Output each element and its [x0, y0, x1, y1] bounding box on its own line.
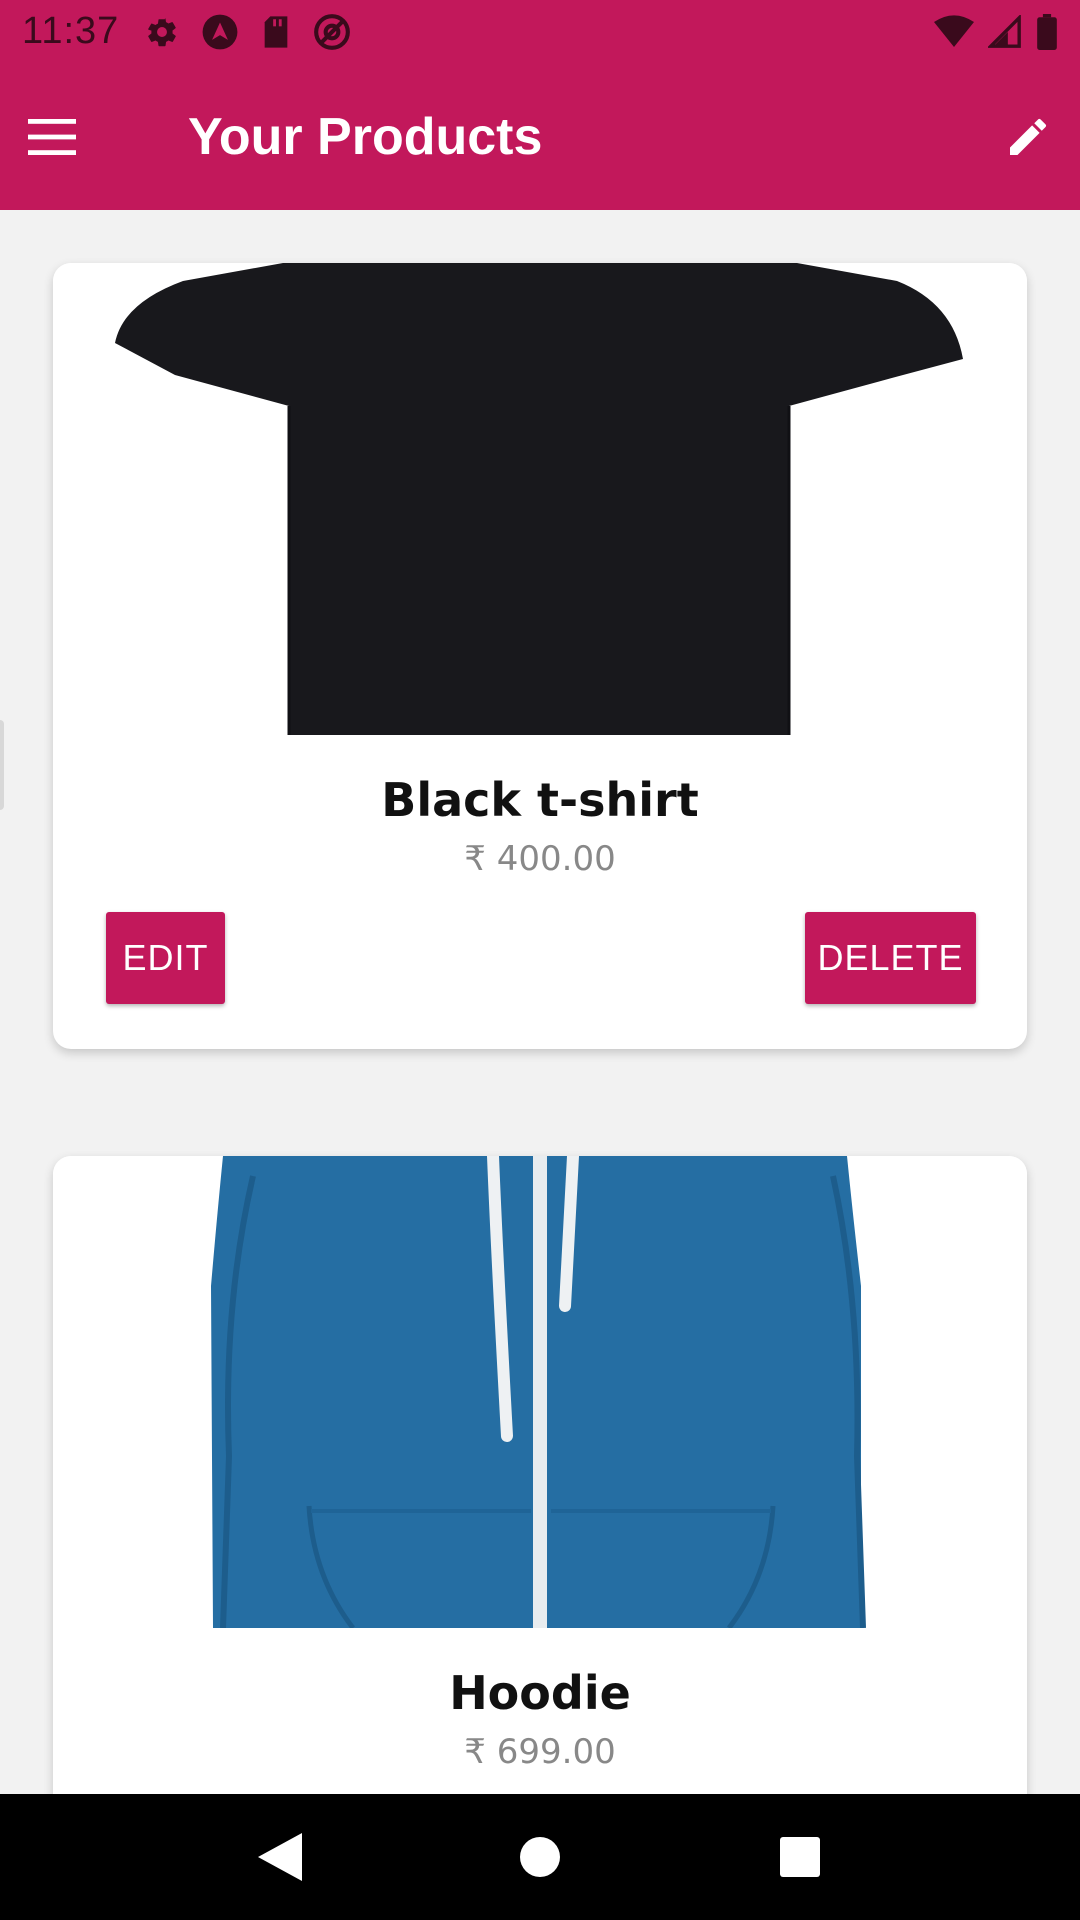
pencil-icon	[1010, 118, 1047, 155]
at-sign-icon	[314, 13, 351, 50]
hamburger-menu-icon	[28, 118, 76, 155]
product-list[interactable]: Black t-shirt ₹ 400.00 EDIT DELETE Hoodi…	[0, 210, 1080, 1794]
product-title: Hoodie	[449, 1666, 631, 1720]
product-price: ₹ 400.00	[464, 839, 616, 879]
drawer-edge-handle[interactable]	[0, 720, 4, 810]
back-button[interactable]	[230, 1807, 330, 1907]
system-nav-bar	[0, 1794, 1080, 1920]
status-bar: 11:37	[0, 0, 1080, 63]
signal-icon	[988, 14, 1021, 48]
product-image	[53, 1156, 1027, 1628]
gear-icon	[148, 17, 177, 46]
status-time: 11:37	[22, 10, 120, 52]
nav-arrow-icon	[202, 14, 238, 49]
status-left: 11:37	[22, 10, 351, 53]
product-card: Black t-shirt ₹ 400.00 EDIT DELETE	[53, 263, 1027, 1049]
product-image	[53, 263, 1027, 735]
black-tshirt-image	[115, 263, 963, 735]
recents-button[interactable]	[750, 1807, 850, 1907]
app-bar: Your Products	[0, 63, 1080, 210]
edit-products-button[interactable]	[976, 85, 1080, 189]
battery-icon	[1037, 13, 1057, 50]
product-price: ₹ 699.00	[464, 1732, 616, 1772]
recents-icon	[780, 1837, 820, 1877]
delete-button[interactable]: DELETE	[805, 912, 976, 1004]
status-notification-icons	[145, 13, 351, 51]
page-title: Your Products	[188, 107, 543, 166]
sd-card-icon	[264, 15, 288, 48]
home-button[interactable]	[490, 1807, 590, 1907]
wifi-icon	[934, 14, 974, 47]
status-right	[934, 13, 1058, 50]
menu-button[interactable]	[0, 85, 104, 189]
back-icon	[258, 1833, 302, 1881]
product-title: Black t-shirt	[381, 773, 699, 827]
blue-hoodie-image	[211, 1156, 866, 1628]
edit-button[interactable]: EDIT	[106, 912, 225, 1004]
home-icon	[520, 1837, 560, 1877]
product-card: Hoodie ₹ 699.00	[53, 1156, 1027, 1794]
